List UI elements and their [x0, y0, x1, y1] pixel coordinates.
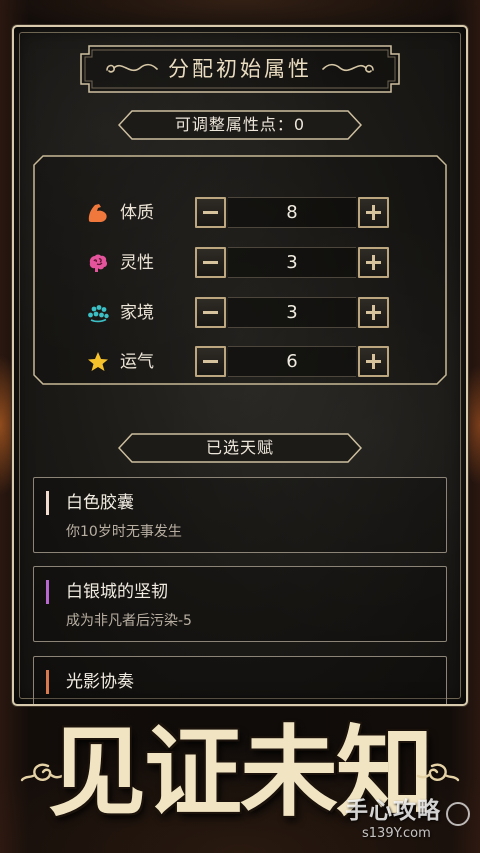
- decrease-button[interactable]: [195, 197, 226, 228]
- talent-title: 光影协奏: [66, 672, 134, 692]
- talent-accent-bar: [46, 580, 49, 604]
- coins-icon: [88, 305, 109, 323]
- talents-header: 已选天赋: [205, 438, 274, 457]
- talents-header-capsule: 已选天赋: [118, 433, 362, 463]
- points-value: 0: [293, 115, 306, 134]
- brain-icon: [89, 254, 108, 272]
- talent-accent-bar: [46, 670, 49, 694]
- points-text: 可调整属性点：0: [118, 110, 362, 140]
- points-label: 可调整属性点：: [174, 115, 294, 134]
- attribute-row-luck: 运气 6: [33, 346, 447, 378]
- title-banner: 分配初始属性: [80, 45, 400, 93]
- muscle-icon: [88, 204, 107, 222]
- talent-title: 白银城的坚韧: [66, 582, 168, 602]
- attribute-label: 家境: [120, 303, 154, 323]
- attribute-allocation-panel: 分配初始属性 可调整属性点：0 体质 8 灵性 3 家境 3 运气 6 已选天赋…: [12, 25, 468, 706]
- attribute-row-family: 家境 3: [33, 297, 447, 329]
- attribute-label: 体质: [120, 203, 154, 223]
- watermark-site: s139Y.com: [362, 826, 431, 841]
- minus-icon: [203, 261, 218, 264]
- minus-icon: [203, 311, 218, 314]
- attributes-box: 体质 8 灵性 3 家境 3 运气 6: [33, 155, 447, 385]
- attribute-label: 灵性: [120, 253, 154, 273]
- logo-swirl-right-ornament: [416, 763, 460, 782]
- decrease-button[interactable]: [195, 247, 226, 278]
- star-icon: [88, 352, 108, 371]
- decrease-button[interactable]: [195, 346, 226, 377]
- talent-description: 成为非凡者后污染-5: [66, 613, 192, 629]
- minus-icon: [203, 211, 218, 214]
- talent-card[interactable]: 白银城的坚韧 成为非凡者后污染-5: [33, 566, 447, 642]
- attribute-value: 6: [228, 346, 356, 377]
- attribute-row-spirituality: 灵性 3: [33, 247, 447, 279]
- attribute-row-constitution: 体质 8: [33, 197, 447, 229]
- talent-card[interactable]: 光影协奏: [33, 656, 447, 704]
- talent-title: 白色胶囊: [66, 493, 134, 513]
- attribute-value: 3: [228, 247, 356, 278]
- attribute-label: 运气: [120, 352, 154, 372]
- talent-description: 你10岁时无事发生: [66, 524, 182, 540]
- talent-card[interactable]: 白色胶囊 你10岁时无事发生: [33, 477, 447, 553]
- increase-button[interactable]: [358, 197, 389, 228]
- minus-icon: [203, 360, 218, 363]
- talent-accent-bar: [46, 491, 49, 515]
- watermark-brand: 手心攻略: [345, 798, 441, 824]
- watermark-logo-icon: [446, 802, 470, 826]
- increase-button[interactable]: [358, 247, 389, 278]
- swirl-ornament-right: [322, 63, 374, 73]
- game-screen: 分配初始属性 可调整属性点：0 体质 8 灵性 3 家境 3 运气 6 已选天赋…: [0, 0, 480, 853]
- increase-button[interactable]: [358, 346, 389, 377]
- increase-button[interactable]: [358, 297, 389, 328]
- attribute-value: 8: [228, 197, 356, 228]
- decrease-button[interactable]: [195, 297, 226, 328]
- points-capsule: 可调整属性点：0: [118, 110, 362, 140]
- attribute-value: 3: [228, 297, 356, 328]
